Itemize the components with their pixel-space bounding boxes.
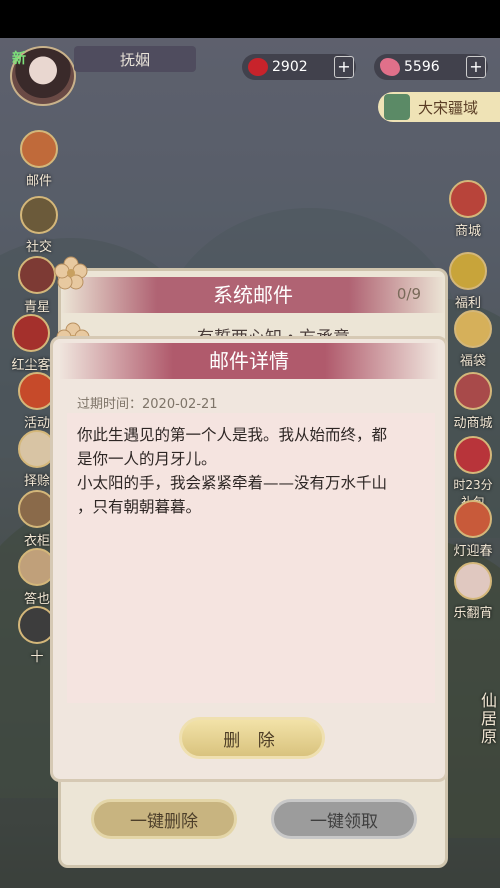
- menu-button-4[interactable]: 红尘客: [8, 314, 54, 373]
- pack-icon: [454, 436, 492, 474]
- mail-body-line: 是你一人的月牙儿。: [77, 450, 217, 468]
- region-button[interactable]: 大宋疆域: [378, 92, 500, 122]
- mail-button[interactable]: 邮件: [16, 130, 62, 189]
- chat-icon: [20, 196, 58, 234]
- new-badge: 新: [12, 51, 26, 67]
- mail-label: 邮件: [25, 174, 52, 189]
- book-icon: [18, 256, 56, 294]
- lantern-icon: [454, 500, 492, 538]
- residence-button[interactable]: 仙居原: [478, 690, 500, 746]
- butterfly-icon: [380, 58, 400, 76]
- lantern-label: 灯迎春: [453, 544, 493, 559]
- menu-label-3: 青星: [23, 300, 50, 315]
- expiry-date: 过期时间：2020-02-21: [77, 397, 218, 412]
- envelope-icon: [12, 314, 50, 352]
- delete-mail-button[interactable]: 删 除: [179, 717, 325, 759]
- welfare-button[interactable]: 福利: [440, 252, 496, 311]
- ruby-value: 2902: [272, 59, 308, 75]
- lantern-button[interactable]: 灯迎春: [446, 500, 500, 559]
- mail-body-line: ，只有朝朝暮暮。: [77, 498, 202, 516]
- social-label: 社交: [25, 240, 52, 255]
- mail-count: 0/9: [396, 285, 421, 303]
- shop-button[interactable]: 商城: [440, 180, 496, 239]
- moon-icon: [454, 562, 492, 600]
- mail-body-line: 你此生遇见的第一个人是我。我从始而终，都: [77, 426, 388, 444]
- region-label: 大宋疆域: [418, 98, 479, 117]
- ruby-counter: 2902 +: [242, 54, 356, 80]
- mail-body-line: 小太阳的手，我会紧紧牵着——没有万水千山: [77, 474, 388, 492]
- add-ruby-button[interactable]: +: [334, 56, 354, 78]
- welfare-label: 福利: [454, 296, 481, 311]
- residence-label: 仙居原: [480, 691, 497, 746]
- mail-content-box: 你此生遇见的第一个人是我。我从始而终，都 是你一人的月牙儿。 小太阳的手，我会紧…: [67, 413, 435, 703]
- gift-icon: [449, 252, 487, 290]
- add-butterfly-button[interactable]: +: [466, 56, 486, 78]
- ruby-icon: [248, 58, 268, 76]
- lucky-bag-label: 福袋: [459, 354, 486, 369]
- claim-all-button[interactable]: 一键领取: [271, 799, 417, 839]
- festival-button[interactable]: 乐翻宵: [446, 562, 500, 621]
- delete-all-button[interactable]: 一键删除: [91, 799, 237, 839]
- mail-body: 你此生遇见的第一个人是我。我从始而终，都 是你一人的月牙儿。 小太阳的手，我会紧…: [77, 423, 427, 519]
- social-button[interactable]: 社交: [16, 196, 62, 255]
- timed-pack-button[interactable]: 时23分 礼包: [446, 436, 500, 510]
- mail-detail-title: 邮件详情: [59, 343, 439, 379]
- player-name: 抚姻: [74, 46, 196, 72]
- store-icon: [454, 372, 492, 410]
- bag-icon: [454, 310, 492, 348]
- butterfly-value: 5596: [404, 59, 440, 75]
- event-shop-label: 动商城: [453, 416, 493, 431]
- lucky-bag-button[interactable]: 福袋: [446, 310, 500, 369]
- system-mail-title: 系统邮件: [61, 277, 445, 313]
- mountain-icon: [384, 94, 410, 120]
- flower-decoration-icon: [54, 256, 88, 290]
- mail-detail-dialog: 邮件详情 过期时间：2020-02-21 你此生遇见的第一个人是我。我从始而终，…: [50, 336, 448, 782]
- festival-label: 乐翻宵: [453, 606, 493, 621]
- mail-icon: [20, 130, 58, 168]
- status-bar: [0, 0, 500, 38]
- menu-label-4: 红尘客: [11, 358, 51, 373]
- butterfly-counter: 5596 +: [374, 54, 488, 80]
- shop-icon: [449, 180, 487, 218]
- event-shop-button[interactable]: 动商城: [446, 372, 500, 431]
- shop-label: 商城: [454, 224, 481, 239]
